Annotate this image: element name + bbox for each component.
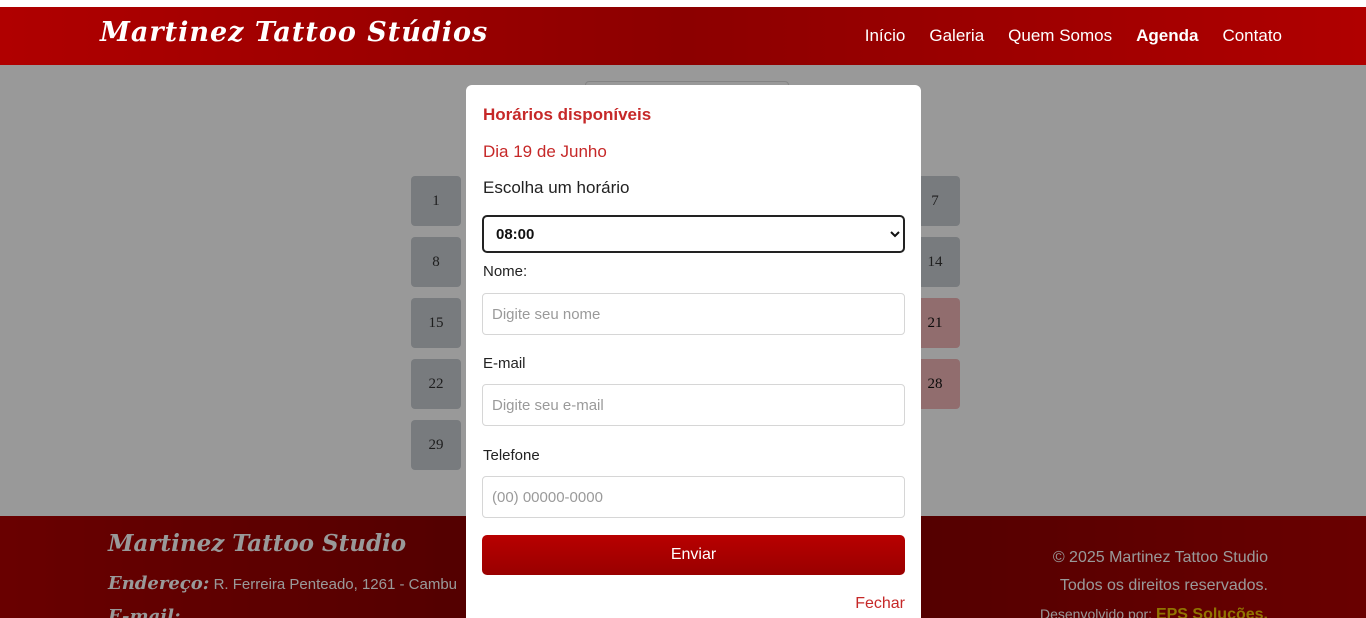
modal-title: Horários disponíveis [483, 105, 652, 124]
nav-agenda[interactable]: Agenda [1136, 26, 1198, 46]
email-label: E-mail [483, 355, 526, 372]
phone-input[interactable] [482, 476, 905, 518]
nav-contato[interactable]: Contato [1222, 26, 1282, 46]
email-input[interactable] [482, 384, 905, 426]
close-link[interactable]: Fechar [855, 595, 905, 613]
time-label: Escolha um horário [483, 178, 630, 197]
selected-date: Dia 19 de Junho [483, 142, 607, 161]
nav-galeria[interactable]: Galeria [929, 26, 984, 46]
phone-label: Telefone [483, 447, 540, 464]
booking-modal: Horários disponíveis Dia 19 de Junho Esc… [466, 85, 921, 618]
name-input[interactable] [482, 293, 905, 335]
main-nav: Início Galeria Quem Somos Agenda Contato [865, 26, 1282, 46]
site-header: Martinez Tattoo Stúdios Início Galeria Q… [0, 7, 1366, 65]
submit-button[interactable]: Enviar [482, 535, 905, 575]
time-select[interactable]: 08:00 [482, 215, 905, 253]
name-label: Nome: [483, 263, 528, 280]
nav-inicio[interactable]: Início [865, 26, 906, 46]
top-strip [0, 0, 1366, 7]
nav-quem-somos[interactable]: Quem Somos [1008, 26, 1112, 46]
site-logo[interactable]: Martinez Tattoo Stúdios [100, 17, 488, 48]
